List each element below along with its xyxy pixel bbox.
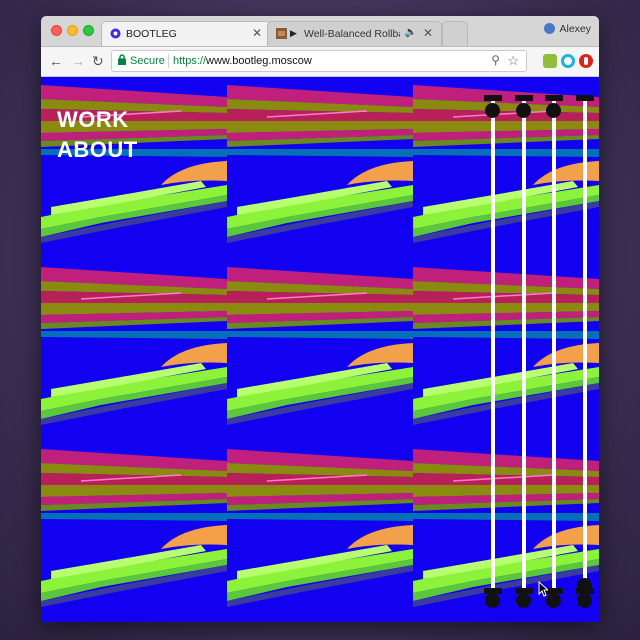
slider-bottom-knob[interactable] bbox=[546, 593, 561, 608]
divider bbox=[168, 54, 169, 68]
slider-controls bbox=[481, 93, 594, 608]
zoom-icon[interactable]: ⚲ bbox=[491, 53, 500, 67]
slider-handle[interactable] bbox=[515, 103, 531, 118]
tab-bar: BOOTLEG ✕ ▶ Well-Balanced Rollback 🔈 ✕ A… bbox=[41, 16, 599, 47]
profile-button[interactable]: Alexey bbox=[544, 23, 591, 35]
video-tile bbox=[41, 259, 227, 441]
slider-handle[interactable] bbox=[546, 103, 561, 118]
url-host: www.bootleg.moscow bbox=[206, 55, 312, 67]
video-tile bbox=[227, 77, 413, 259]
slider-4[interactable] bbox=[573, 93, 597, 608]
browser-toolbar: ← → ↻ Secure https://www.bootleg.moscow … bbox=[41, 47, 599, 77]
fullscreen-window-button[interactable] bbox=[83, 25, 94, 36]
mouse-cursor-icon bbox=[538, 581, 548, 597]
tab-bootleg[interactable]: BOOTLEG ✕ bbox=[101, 21, 271, 46]
address-bar[interactable]: Secure https://www.bootleg.moscow ⚲ ☆ bbox=[111, 50, 527, 72]
forward-arrow-icon[interactable]: → bbox=[71, 53, 85, 69]
slider-1[interactable] bbox=[481, 93, 505, 608]
tab-label: BOOTLEG bbox=[126, 28, 177, 40]
url-scheme: https:// bbox=[173, 55, 207, 67]
play-icon: ▶ bbox=[290, 28, 297, 38]
slider-2[interactable] bbox=[512, 93, 536, 608]
profile-icon bbox=[544, 23, 556, 34]
close-tab-icon[interactable]: ✕ bbox=[252, 26, 262, 40]
slider-top-cap bbox=[575, 95, 594, 101]
video-thumbnail-favicon-icon bbox=[276, 28, 287, 39]
tab-label: Well-Balanced Rollback bbox=[304, 28, 400, 40]
minimize-window-button[interactable] bbox=[67, 25, 78, 36]
extension-red-icon[interactable] bbox=[579, 54, 593, 68]
back-arrow-icon[interactable]: ← bbox=[49, 53, 63, 69]
slider-track[interactable] bbox=[491, 101, 495, 601]
browser-window: BOOTLEG ✕ ▶ Well-Balanced Rollback 🔈 ✕ A… bbox=[41, 16, 599, 622]
slider-track[interactable] bbox=[582, 101, 587, 601]
extension-icon[interactable] bbox=[543, 54, 557, 68]
secure-label: Secure bbox=[130, 55, 165, 67]
tab-well-balanced-rollback[interactable]: ▶ Well-Balanced Rollback 🔈 ✕ bbox=[267, 21, 442, 46]
star-icon[interactable]: ☆ bbox=[507, 53, 519, 69]
close-tab-icon[interactable]: ✕ bbox=[423, 26, 433, 40]
close-window-button[interactable] bbox=[51, 25, 62, 36]
url-text[interactable]: https://www.bootleg.moscow bbox=[173, 55, 312, 67]
nav-work-link[interactable]: WORK bbox=[57, 105, 138, 135]
new-tab-button[interactable] bbox=[442, 21, 468, 46]
profile-name: Alexey bbox=[559, 23, 591, 35]
nav-about-link[interactable]: ABOUT bbox=[57, 135, 138, 165]
slider-top-cap bbox=[545, 95, 563, 101]
slider-3[interactable] bbox=[542, 93, 566, 608]
speaker-icon[interactable]: 🔈 bbox=[405, 27, 417, 38]
lock-icon bbox=[118, 54, 126, 65]
slider-handle[interactable] bbox=[576, 578, 592, 593]
video-tile bbox=[227, 259, 413, 441]
slider-bottom-knob[interactable] bbox=[576, 593, 592, 608]
bootleg-favicon-icon bbox=[110, 28, 121, 39]
video-tile bbox=[41, 441, 227, 622]
site-nav: WORK ABOUT bbox=[57, 105, 138, 165]
slider-bottom-knob[interactable] bbox=[515, 593, 531, 608]
slider-top-cap bbox=[514, 95, 533, 101]
slider-handle[interactable] bbox=[485, 103, 500, 118]
page-content: WORK ABOUT bbox=[41, 77, 599, 622]
slider-track[interactable] bbox=[521, 101, 526, 601]
slider-top-cap bbox=[484, 95, 502, 101]
video-tile bbox=[227, 441, 413, 622]
reload-icon[interactable]: ↻ bbox=[92, 53, 104, 69]
slider-track[interactable] bbox=[552, 101, 556, 601]
extension-ring-icon[interactable] bbox=[561, 54, 575, 68]
slider-bottom-knob[interactable] bbox=[485, 593, 500, 608]
